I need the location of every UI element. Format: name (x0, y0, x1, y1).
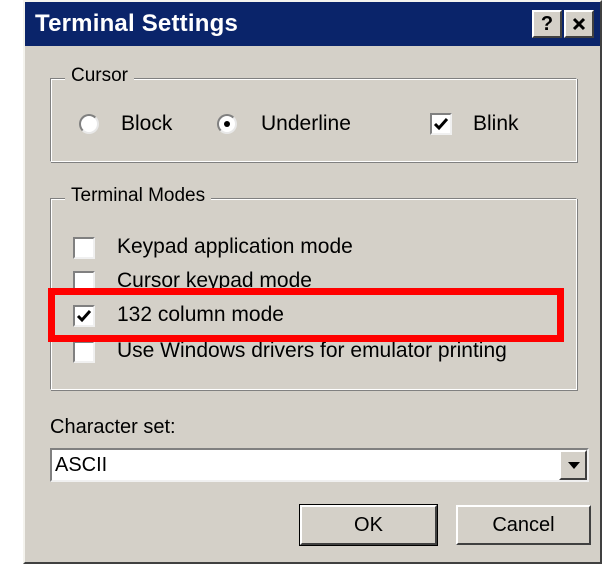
radio-selected-dot (224, 121, 230, 127)
checkmark-icon (433, 118, 449, 131)
character-set-combobox[interactable]: ASCII (50, 448, 589, 482)
keypad-application-mode-checkbox[interactable] (73, 237, 95, 259)
close-button[interactable] (564, 10, 594, 38)
close-icon (572, 17, 586, 31)
character-set-dropdown-button[interactable] (559, 450, 587, 480)
blink-checkbox[interactable] (430, 113, 452, 135)
cursor-group: Cursor Block Underline Blink (50, 65, 577, 162)
windows-drivers-printing-checkbox[interactable] (73, 341, 95, 363)
checkmark-icon (76, 310, 92, 323)
column-132-mode-checkbox[interactable] (73, 305, 95, 327)
terminal-modes-legend: Terminal Modes (65, 185, 212, 207)
cursor-keypad-mode-checkbox[interactable] (73, 271, 95, 293)
underline-label[interactable]: Underline (261, 112, 351, 136)
window-title: Terminal Settings (35, 10, 238, 37)
cursor-keypad-mode-label[interactable]: Cursor keypad mode (117, 269, 312, 293)
keypad-application-mode-label[interactable]: Keypad application mode (117, 235, 353, 259)
ok-button[interactable]: OK (299, 504, 438, 546)
terminal-modes-group: Terminal Modes Keypad application mode C… (50, 185, 577, 390)
block-label[interactable]: Block (121, 112, 172, 136)
blink-label[interactable]: Blink (473, 112, 519, 136)
underline-radio[interactable] (217, 114, 237, 134)
character-set-value: ASCII (55, 454, 108, 476)
cursor-group-legend: Cursor (65, 65, 135, 87)
chevron-down-icon (568, 462, 580, 469)
title-bar[interactable]: Terminal Settings ? (25, 2, 600, 46)
character-set-label: Character set: (50, 416, 176, 438)
block-radio[interactable] (79, 114, 99, 134)
windows-drivers-printing-label[interactable]: Use Windows drivers for emulator printin… (117, 339, 507, 363)
cancel-button[interactable]: Cancel (456, 505, 591, 545)
terminal-settings-dialog: Terminal Settings ? Cursor Block Underli… (23, 0, 602, 564)
help-button[interactable]: ? (532, 10, 562, 38)
column-132-mode-label[interactable]: 132 column mode (117, 303, 284, 327)
